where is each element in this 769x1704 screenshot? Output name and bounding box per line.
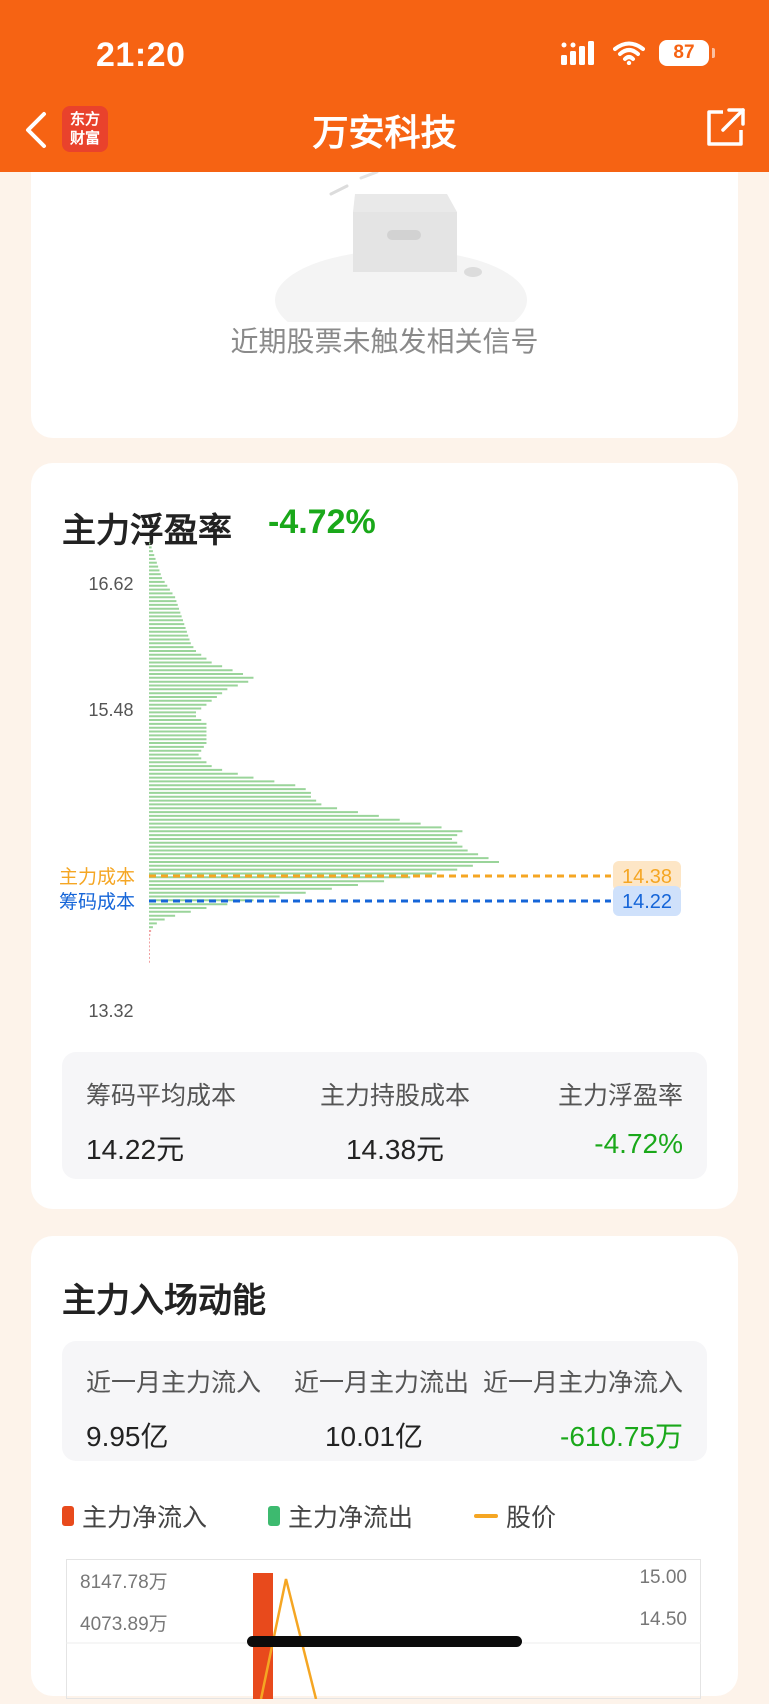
home-indicator (247, 1636, 522, 1647)
flow-stats-box: 近一月主力流入 9.95亿 近一月主力流出 10.01亿 近一月主力净流入 -6… (62, 1341, 707, 1461)
right-axis-label: 14.50 (639, 1609, 687, 1630)
legend-label: 主力净流出 (288, 1504, 414, 1532)
stat-outflow: 近一月主力流出 10.01亿 (294, 1363, 470, 1455)
chip-cost-value: 14.22 (622, 891, 672, 913)
chip-distribution-chart: 16.62 15.48 13.32 主力成本 14.38 筹码成本 14.22 (59, 542, 681, 1021)
battery-icon: 87 (659, 40, 715, 66)
left-axis-label: 4073.89万 (80, 1614, 168, 1635)
stat-label: 主力持股成本 (319, 1082, 470, 1110)
stat-label: 近一月主力流入 (86, 1369, 262, 1397)
flow-chart: 8147.78万 4073.89万 15.00 14.50 (66, 1559, 701, 1700)
stat-value: 10.01亿 (324, 1421, 424, 1452)
right-axis-label: 15.00 (639, 1567, 687, 1588)
outflow-swatch-icon (268, 1506, 280, 1526)
top-bar: 21:20 87 东方 财富 万安科技 (0, 0, 769, 172)
momentum-title: 主力入场动能 (62, 1282, 266, 1320)
stat-net-inflow: 近一月主力净流入 -610.75万 (483, 1363, 683, 1455)
share-icon[interactable] (703, 106, 747, 150)
y-axis-label-bottom: 13.32 (88, 1001, 133, 1021)
flow-legend: 主力净流入 主力净流出 股价 (62, 1498, 702, 1532)
empty-box-icon (275, 172, 527, 322)
y-axis-label-top: 16.62 (88, 574, 133, 594)
stat-value: 9.95亿 (86, 1421, 169, 1452)
legend-label: 主力净流入 (82, 1504, 208, 1532)
cost-stats-box: 筹码平均成本 14.22元 主力持股成本 14.38元 主力浮盈率 -4.72% (62, 1052, 707, 1179)
page-title: 万安科技 (312, 112, 457, 153)
stat-value: -4.72% (594, 1128, 683, 1159)
status-time: 21:20 (96, 36, 186, 74)
legend-inflow[interactable]: 主力净流入 (62, 1498, 207, 1534)
stat-label: 筹码平均成本 (86, 1082, 237, 1110)
empty-signal-text: 近期股票未触发相关信号 (230, 326, 539, 357)
stat-value: -610.75万 (560, 1421, 683, 1452)
signal-card: 近期股票未触发相关信号 (31, 172, 738, 438)
cellular-signal-icon (561, 41, 594, 65)
left-axis-label: 8147.78万 (80, 1572, 168, 1593)
momentum-card: 主力入场动能 近一月主力流入 9.95亿 近一月主力流出 10.01亿 近一月主… (31, 1236, 738, 1700)
price-line-icon (474, 1514, 498, 1518)
main-cost-label: 主力成本 (59, 866, 135, 888)
stat-profit-rate: 主力浮盈率 -4.72% (558, 1076, 683, 1160)
stat-main-cost: 主力持股成本 14.38元 (315, 1076, 475, 1168)
stat-value: 14.38元 (345, 1134, 445, 1165)
legend-outflow[interactable]: 主力净流出 (268, 1498, 413, 1534)
chip-bars-group (149, 542, 499, 963)
stat-inflow: 近一月主力流入 9.95亿 (86, 1363, 261, 1455)
legend-label: 股价 (506, 1504, 557, 1532)
profit-rate-card: 主力浮盈率 -4.72% 16.62 15.48 13.32 主力成本 14.3… (31, 463, 738, 1209)
y-axis-label-middle: 15.48 (88, 700, 133, 720)
inflow-swatch-icon (62, 1506, 74, 1526)
stat-label: 主力浮盈率 (557, 1082, 683, 1110)
stat-label: 近一月主力流出 (294, 1369, 470, 1397)
main-cost-value: 14.38 (622, 866, 672, 888)
stat-avg-cost: 筹码平均成本 14.22元 (86, 1076, 236, 1168)
wifi-icon (613, 41, 645, 65)
legend-price[interactable]: 股价 (474, 1498, 556, 1534)
stat-value: 14.22元 (86, 1134, 185, 1165)
status-icons: 87 (561, 40, 715, 66)
stat-label: 近一月主力净流入 (482, 1369, 683, 1397)
chip-cost-label: 筹码成本 (59, 891, 135, 913)
